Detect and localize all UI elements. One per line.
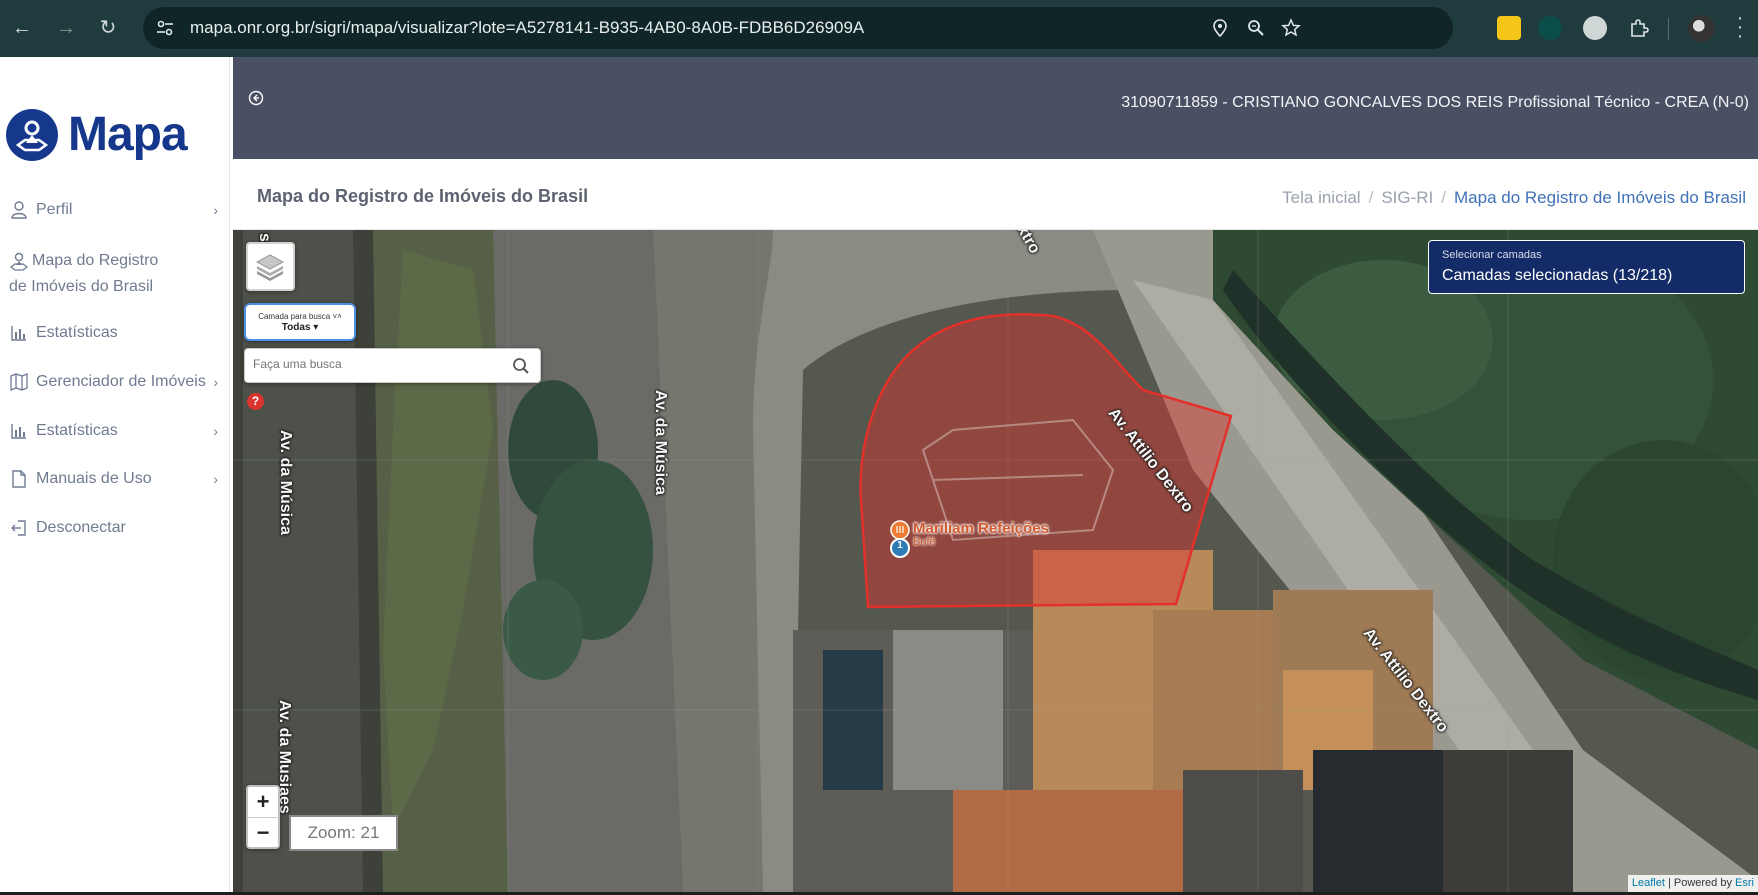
zoom-control: + −: [246, 785, 280, 849]
sidebar-item-label: Estatísticas: [36, 422, 118, 439]
logout-icon: [11, 520, 26, 536]
chevron-right-icon: ›: [213, 374, 218, 390]
leaflet-link[interactable]: Leaflet: [1632, 877, 1665, 889]
breadcrumb-home[interactable]: Tela inicial: [1282, 188, 1360, 207]
url-path: /sigri/mapa/visualizar?lote=A5278141-B93…: [310, 18, 865, 37]
layers-selector[interactable]: Selecionar camadas Camadas selecionadas …: [1428, 240, 1745, 294]
zoom-level-display: Zoom: 21: [289, 815, 398, 851]
road-label: Av. da Música: [652, 390, 669, 495]
bar-chart-icon: [11, 424, 26, 439]
logo-pin-icon: [6, 109, 58, 161]
sidebar-item-perfil[interactable]: Perfil ›: [0, 197, 230, 223]
user-info[interactable]: 31090711859 - CRISTIANO GONCALVES DOS RE…: [1121, 94, 1749, 112]
extensions-puzzle-icon[interactable]: [1627, 16, 1651, 40]
sidebar-item-estatisticas[interactable]: Estatísticas: [0, 320, 230, 346]
map-book-icon: [10, 373, 28, 391]
page-title: Mapa do Registro de Imóveis do Brasil: [257, 186, 589, 206]
location-pin-icon[interactable]: [1210, 18, 1230, 38]
layers-selector-value: Camadas selecionadas (13/218): [1442, 267, 1673, 284]
map-attribution: Leaflet | Powered by Esri: [1627, 875, 1758, 892]
search-icon[interactable]: [512, 357, 530, 375]
url-host: mapa.onr.org.br: [190, 18, 311, 37]
toolbar-divider: [1668, 18, 1669, 40]
chevron-right-icon: ›: [213, 423, 218, 439]
breadcrumb-separator: /: [1441, 188, 1447, 207]
sidebar-item-mapa-registro[interactable]: Mapa do Registro de Imóveis do Brasil: [0, 248, 200, 300]
sidebar: Mapa Perfil › Mapa do Registro de Imóvei…: [0, 57, 230, 895]
url-text[interactable]: mapa.onr.org.br/sigri/mapa/visualizar?lo…: [190, 18, 864, 38]
forward-arrow-icon[interactable]: →: [54, 16, 78, 40]
map-search: [244, 348, 541, 383]
chevron-right-icon: ›: [213, 202, 218, 218]
map-pin-icon: [9, 252, 29, 271]
search-layer-label: Camada para busca ˅˄: [258, 312, 342, 321]
map-canvas[interactable]: sica Av. da Música Av. da Música Av. da …: [233, 230, 1758, 892]
zoom-out-button[interactable]: −: [248, 817, 278, 847]
poi-subtitle: Bufê: [913, 536, 936, 548]
more-menu-icon[interactable]: · · ·: [1735, 8, 1745, 46]
attribution-text: | Powered by: [1667, 877, 1732, 889]
poi-name: Mariliam Refeições: [913, 520, 1049, 537]
sidebar-item-label: Perfil: [36, 201, 73, 218]
logo-text: Mapa: [68, 108, 188, 161]
search-layer-select[interactable]: Camada para busca ˅˄ Todas ▾: [244, 303, 356, 341]
sidebar-item-gerenciador-imoveis[interactable]: Gerenciador de Imóveis ›: [0, 369, 230, 395]
marker-number: 1: [897, 540, 903, 551]
back-arrow-icon[interactable]: ←: [10, 16, 34, 40]
road-label: Av. da Música: [277, 430, 294, 535]
sidebar-item-label: Gerenciador de Imóveis: [36, 373, 206, 390]
address-bar[interactable]: mapa.onr.org.br/sigri/mapa/visualizar?lo…: [143, 7, 1453, 49]
bar-chart-icon: [11, 326, 26, 341]
breadcrumb-separator: /: [1368, 188, 1374, 207]
layers-selector-label: Selecionar camadas: [1442, 249, 1542, 261]
map-search-input[interactable]: [253, 357, 503, 371]
search-layer-value: Todas ▾: [281, 322, 319, 333]
layers-icon: [255, 254, 285, 281]
extension-swirl-icon[interactable]: [1583, 16, 1607, 40]
breadcrumb-sigri[interactable]: SIG-RI: [1381, 188, 1433, 207]
reload-icon[interactable]: ↻: [96, 16, 120, 40]
extension-green-icon[interactable]: [1538, 16, 1562, 40]
user-icon: [11, 201, 27, 219]
sidebar-item-manuais[interactable]: Manuais de Uso ›: [0, 466, 230, 492]
zoom-in-button[interactable]: +: [248, 787, 278, 817]
breadcrumb: Tela inicial / SIG-RI / Mapa do Registro de …: [1282, 188, 1746, 208]
help-icon[interactable]: ?: [247, 393, 264, 410]
collapse-sidebar-icon[interactable]: [248, 90, 264, 106]
sidebar-item-label: Manuais de Uso: [36, 470, 152, 487]
document-icon: [12, 470, 26, 488]
chevron-right-icon: ›: [213, 471, 218, 487]
app-logo[interactable]: Mapa: [6, 107, 188, 163]
page-header: Mapa do Registro de Imóveis do Brasil Te…: [233, 159, 1758, 230]
sidebar-item-label: Desconectar: [36, 519, 126, 536]
browser-toolbar: ← → ↻ mapa.onr.org.br/sigri/mapa/visuali…: [0, 0, 1758, 57]
sidebar-item-label: Mapa do Registro de Imóveis do Brasil: [9, 252, 159, 295]
site-settings-icon[interactable]: [155, 18, 175, 38]
breadcrumb-current: Mapa do Registro de Imóveis do Brasil: [1454, 188, 1746, 207]
app-header: 31090711859 - CRISTIANO GONCALVES DOS RE…: [233, 57, 1758, 159]
profile-avatar[interactable]: [1688, 15, 1715, 42]
bookmark-star-icon[interactable]: [1281, 18, 1301, 38]
sidebar-item-label: Estatísticas: [36, 324, 118, 341]
sidebar-item-desconectar[interactable]: Desconectar: [0, 515, 230, 541]
layers-toggle-button[interactable]: [246, 242, 295, 291]
zoom-icon[interactable]: [1246, 18, 1266, 38]
extension-yellow-icon[interactable]: [1497, 16, 1521, 40]
parcel-polygon[interactable]: [233, 230, 1758, 892]
esri-link[interactable]: Esri: [1735, 877, 1754, 889]
sidebar-item-estatisticas-2[interactable]: Estatísticas ›: [0, 418, 230, 444]
